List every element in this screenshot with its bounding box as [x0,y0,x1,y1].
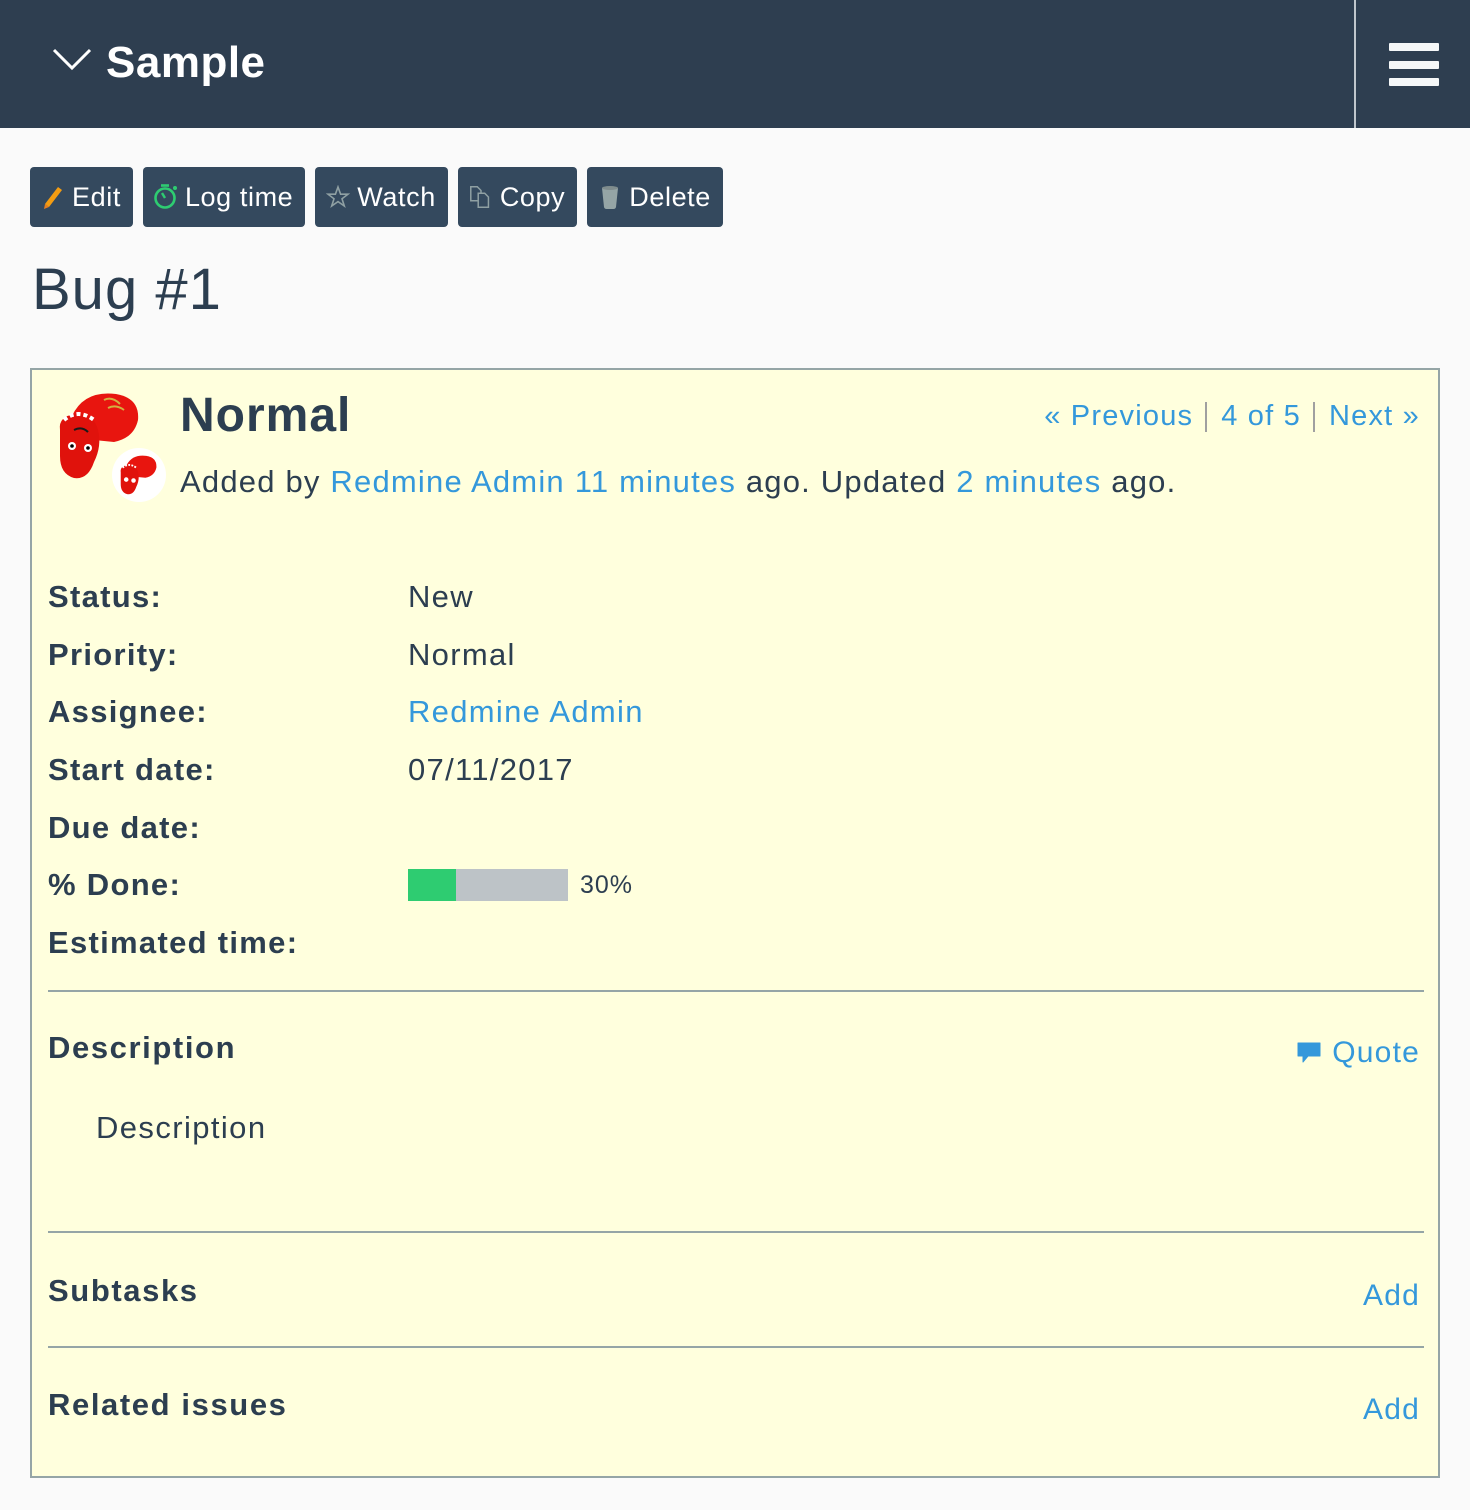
author-prefix: Added by [180,464,321,499]
copy-icon [468,182,494,212]
progress-bar-fill [408,869,456,902]
project-switcher[interactable]: Sample [52,38,266,88]
add-subtask-link[interactable]: Add [1363,1279,1420,1313]
updated-prefix: ago. Updated [745,464,947,499]
top-header: Sample [0,0,1470,128]
progress-percent-text: 30% [580,870,634,899]
previous-issue-link[interactable]: « Previous [1044,400,1193,433]
attribute-start-date: Start date: 07/11/2017 [48,741,1424,799]
divider [48,1231,1424,1233]
related-issues-title: Related issues [48,1387,288,1422]
issue-position: 4 of 5 [1221,400,1301,432]
assignee-link[interactable]: Redmine Admin [408,694,644,730]
next-issue-link[interactable]: Next » [1329,400,1420,433]
attribute-label: Assignee: [48,694,208,730]
nav-separator [1205,401,1208,432]
page-title: Bug #1 [32,257,222,322]
hamburger-menu-icon-bar [1389,61,1439,69]
status-value: New [408,578,474,614]
log-time-button-label: Log time [184,181,294,212]
hamburger-menu-icon [1389,43,1439,51]
nav-separator [1312,401,1315,432]
description-title: Description [48,1030,237,1065]
attribute-label: Due date: [48,809,201,845]
attribute-assignee: Assignee: Redmine Admin [48,683,1424,741]
quote-button[interactable]: Quote [1296,1036,1420,1070]
attribute-label: Priority: [48,636,179,672]
delete-button-label: Delete [629,181,711,212]
attribute-label: Start date: [48,751,216,787]
edit-button[interactable]: Edit [30,167,133,227]
created-time-link[interactable]: 11 minutes [575,464,736,499]
issue-navigation: « Previous 4 of 5 Next » [1044,400,1420,433]
quote-label: Quote [1332,1036,1420,1069]
updated-suffix: ago. [1111,464,1177,499]
watch-button-label: Watch [357,181,436,212]
project-title: Sample [106,38,266,87]
issue-author-line: Added by Redmine Admin 11 minutes ago. U… [180,464,1176,500]
speech-bubble-icon [1297,1042,1321,1063]
divider [48,990,1424,992]
assignee-avatar [112,448,166,502]
attribute-status: Status: New [48,568,1424,626]
progress-bar [408,869,568,902]
hamburger-menu-icon-bar [1389,78,1439,86]
attribute-label: Status: [48,578,163,614]
hamburger-menu-button[interactable] [1354,0,1470,128]
subtasks-title: Subtasks [48,1273,199,1308]
issue-attributes: Status: New Priority: Normal Assignee: R… [48,568,1424,972]
stopwatch-icon [153,182,179,212]
copy-button[interactable]: Copy [457,167,578,227]
start-date-value: 07/11/2017 [408,751,574,787]
attribute-priority: Priority: Normal [48,626,1424,684]
done-ratio-value: 30% [408,869,634,902]
author-link[interactable]: Redmine Admin [330,464,564,499]
issue-toolbar: Edit Log time Watch Copy Delete [30,167,723,227]
attribute-label: % Done: [48,867,182,903]
chevron-down-icon [52,48,92,71]
attribute-due-date: Due date: [48,799,1424,857]
issue-subject: Normal [180,389,352,442]
watch-button[interactable]: Watch [315,167,448,227]
add-related-issue-link[interactable]: Add [1363,1393,1420,1427]
edit-button-label: Edit [72,181,121,212]
attribute-estimated-time: Estimated time: [48,914,1424,972]
issue-details: Normal « Previous 4 of 5 Next » Added by… [30,368,1440,1478]
attribute-label: Estimated time: [48,924,299,960]
attribute-done-ratio: % Done: 30% [48,856,1424,914]
star-outline-icon [325,182,351,212]
copy-button-label: Copy [499,181,566,212]
divider [48,1346,1424,1348]
description-text: Description [96,1110,267,1145]
pencil-icon [40,182,66,212]
updated-time-link[interactable]: 2 minutes [956,464,1101,499]
log-time-button[interactable]: Log time [142,167,306,227]
delete-button[interactable]: Delete [587,167,723,227]
trash-icon [597,182,623,212]
priority-value: Normal [408,636,516,672]
